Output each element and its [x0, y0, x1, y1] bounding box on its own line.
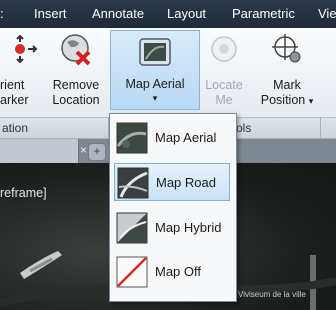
map-aerial-button[interactable]: Map Aerial ▾ [110, 30, 200, 110]
new-tab-button[interactable]: + [88, 143, 106, 161]
orient-marker-icon [15, 34, 38, 64]
chevron-down-icon: ▾ [308, 96, 314, 106]
ribbon: rient arker Remove Location Map Aerial ▾… [0, 28, 336, 117]
chevron-down-icon: ▾ [152, 93, 158, 103]
panel-title-location: ation [2, 121, 29, 135]
map-hybrid-icon [116, 212, 148, 244]
menu-item-map-road[interactable]: Map Road [114, 163, 230, 201]
menu-item-map-aerial[interactable]: Map Aerial [114, 119, 230, 157]
menu-annotate[interactable]: Annotate [92, 6, 144, 21]
close-icon[interactable]: × [80, 143, 87, 157]
menu-bar: : Insert Annotate Layout Parametric Vie [0, 0, 336, 28]
map-watermark: Viviseum de la ville [238, 290, 306, 299]
orient-marker-button[interactable]: rient arker [0, 28, 46, 117]
mark-position-icon [272, 34, 301, 63]
drawing-tab[interactable] [0, 139, 79, 163]
map-off-icon [116, 256, 148, 288]
panel-divider [320, 118, 321, 138]
menu-view[interactable]: Vie [318, 6, 336, 21]
mark-position-button[interactable]: Mark Position ▾ [250, 28, 324, 117]
remove-location-button[interactable]: Remove Location [44, 28, 108, 117]
map-road-icon [117, 167, 149, 199]
map-type-dropdown: Map Aerial Map Road Map Hybrid Map Off [109, 113, 237, 302]
menu-item-map-off[interactable]: Map Off [114, 253, 230, 291]
menu-layout[interactable]: Layout [167, 6, 206, 21]
panel-title-tools: ols [236, 121, 252, 135]
remove-location-icon [61, 34, 91, 66]
locate-me-button[interactable]: Locate Me [200, 28, 248, 117]
menu-item-map-hybrid[interactable]: Map Hybrid [114, 209, 230, 247]
menu-separator: : [0, 6, 4, 21]
map-aerial-icon [116, 122, 148, 154]
locate-me-icon [211, 36, 237, 62]
map-aerial-icon [139, 38, 171, 66]
menu-parametric[interactable]: Parametric [232, 6, 295, 21]
menu-insert[interactable]: Insert [34, 6, 67, 21]
